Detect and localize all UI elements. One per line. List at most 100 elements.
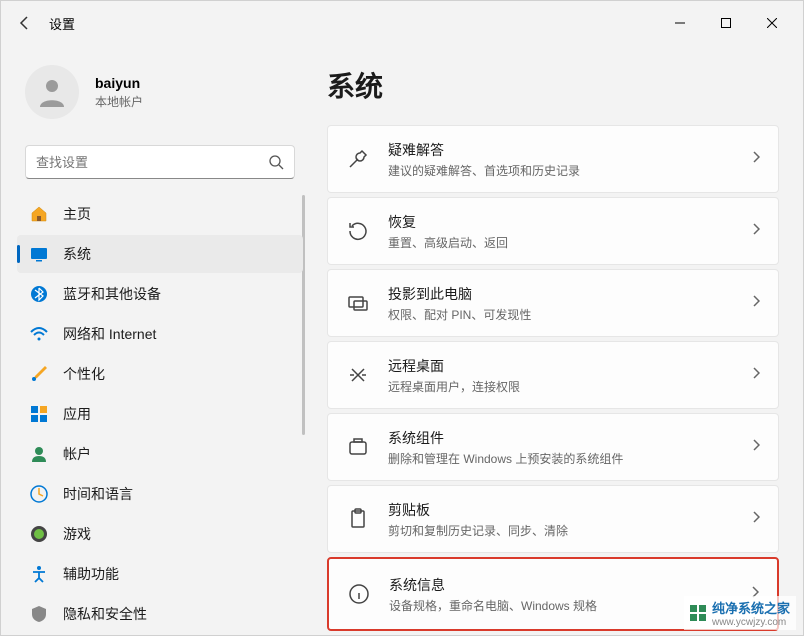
chevron-right-icon [752,510,760,528]
maximize-button[interactable] [703,7,749,39]
sidebar-item-label: 帐户 [63,444,91,464]
sidebar: baiyun 本地帐户 主页 系统 [1,45,311,635]
card-body: 剪贴板 剪切和复制历史记录、同步、清除 [388,500,752,539]
globe-clock-icon [29,484,49,504]
card-body: 投影到此电脑 权限、配对 PIN、可发现性 [388,284,752,323]
card-body: 远程桌面 远程桌面用户，连接权限 [388,356,752,395]
sidebar-item-apps[interactable]: 应用 [17,395,303,433]
person-icon [34,74,70,110]
gaming-icon [29,524,49,544]
window-controls [657,7,795,39]
sidebar-item-accounts[interactable]: 帐户 [17,435,303,473]
sidebar-item-label: 主页 [63,204,91,224]
chevron-right-icon [752,366,760,384]
back-button[interactable] [9,7,41,39]
card-sub: 重置、高级启动、返回 [388,234,752,251]
card-body: 系统组件 删除和管理在 Windows 上预安装的系统组件 [388,428,752,467]
search-box[interactable] [25,145,295,179]
account-icon [29,444,49,464]
search-input[interactable] [36,155,268,170]
card-troubleshoot[interactable]: 疑难解答 建议的疑难解答、首选项和历史记录 [327,125,779,193]
components-icon [346,435,370,459]
wrench-icon [346,147,370,171]
settings-window: 设置 baiyun 本地帐户 [0,0,804,636]
close-icon [767,18,777,28]
sidebar-item-label: 辅助功能 [63,564,119,584]
card-components[interactable]: 系统组件 删除和管理在 Windows 上预安装的系统组件 [327,413,779,481]
card-sub: 删除和管理在 Windows 上预安装的系统组件 [388,450,752,467]
titlebar: 设置 [1,1,803,45]
profile-name: baiyun [95,75,143,91]
card-title: 恢复 [388,212,752,232]
minimize-icon [675,18,685,28]
sidebar-item-label: 个性化 [63,364,105,384]
chevron-right-icon [752,150,760,168]
home-icon [29,204,49,224]
watermark: 纯净系统之家 www.ycwjzy.com [684,596,796,630]
avatar [25,65,79,119]
page-title: 系统 [327,65,779,105]
sidebar-item-label: 时间和语言 [63,484,133,504]
accessibility-icon [29,564,49,584]
sidebar-item-time[interactable]: 时间和语言 [17,475,303,513]
sidebar-item-label: 系统 [63,244,91,264]
sidebar-item-gaming[interactable]: 游戏 [17,515,303,553]
card-projecting[interactable]: 投影到此电脑 权限、配对 PIN、可发现性 [327,269,779,337]
sidebar-item-personalization[interactable]: 个性化 [17,355,303,393]
sidebar-item-system[interactable]: 系统 [17,235,303,273]
sidebar-item-privacy[interactable]: 隐私和安全性 [17,595,303,633]
bluetooth-icon [29,284,49,304]
project-icon [346,291,370,315]
card-clipboard[interactable]: 剪贴板 剪切和复制历史记录、同步、清除 [327,485,779,553]
card-body: 恢复 重置、高级启动、返回 [388,212,752,251]
card-sub: 权限、配对 PIN、可发现性 [388,306,752,323]
info-icon [347,582,371,606]
card-recovery[interactable]: 恢复 重置、高级启动、返回 [327,197,779,265]
sidebar-item-bluetooth[interactable]: 蓝牙和其他设备 [17,275,303,313]
watermark-logo-icon [690,605,706,621]
sidebar-item-label: 网络和 Internet [63,324,156,344]
titlebar-title: 设置 [49,14,75,33]
profile-sub: 本地帐户 [95,93,143,110]
apps-icon [29,404,49,424]
recovery-icon [346,219,370,243]
card-title: 远程桌面 [388,356,752,376]
brush-icon [29,364,49,384]
search-icon [268,154,284,170]
watermark-text-wrap: 纯净系统之家 www.ycwjzy.com [712,598,790,628]
sidebar-item-network[interactable]: 网络和 Internet [17,315,303,353]
minimize-button[interactable] [657,7,703,39]
watermark-url: www.ycwjzy.com [712,617,790,628]
sidebar-item-label: 隐私和安全性 [63,604,147,624]
sidebar-item-home[interactable]: 主页 [17,195,303,233]
sidebar-item-label: 蓝牙和其他设备 [63,284,161,304]
card-title: 疑难解答 [388,140,752,160]
watermark-text: 纯净系统之家 [712,598,790,617]
card-sub: 建议的疑难解答、首选项和历史记录 [388,162,752,179]
shield-icon [29,604,49,624]
card-title: 投影到此电脑 [388,284,752,304]
chevron-right-icon [752,438,760,456]
display-icon [29,244,49,264]
profile-text: baiyun 本地帐户 [95,75,143,110]
sidebar-item-label: 游戏 [63,524,91,544]
wifi-icon [29,324,49,344]
card-sub: 远程桌面用户，连接权限 [388,378,752,395]
card-title: 系统组件 [388,428,752,448]
sidebar-item-label: 应用 [63,404,91,424]
card-sub: 剪切和复制历史记录、同步、清除 [388,522,752,539]
clipboard-icon [346,507,370,531]
card-title: 剪贴板 [388,500,752,520]
card-body: 疑难解答 建议的疑难解答、首选项和历史记录 [388,140,752,179]
profile[interactable]: baiyun 本地帐户 [17,57,303,139]
content: baiyun 本地帐户 主页 系统 [1,45,803,635]
maximize-icon [721,18,731,28]
cards: 疑难解答 建议的疑难解答、首选项和历史记录 恢复 重置、高级启动、返回 [327,125,779,631]
remote-icon [346,363,370,387]
close-button[interactable] [749,7,795,39]
nav: 主页 系统 蓝牙和其他设备 网络和 Internet 个性化 [17,195,303,633]
sidebar-item-accessibility[interactable]: 辅助功能 [17,555,303,593]
main: 系统 疑难解答 建议的疑难解答、首选项和历史记录 恢复 重置、高级启动、返回 [311,45,803,635]
card-remote-desktop[interactable]: 远程桌面 远程桌面用户，连接权限 [327,341,779,409]
chevron-right-icon [752,222,760,240]
